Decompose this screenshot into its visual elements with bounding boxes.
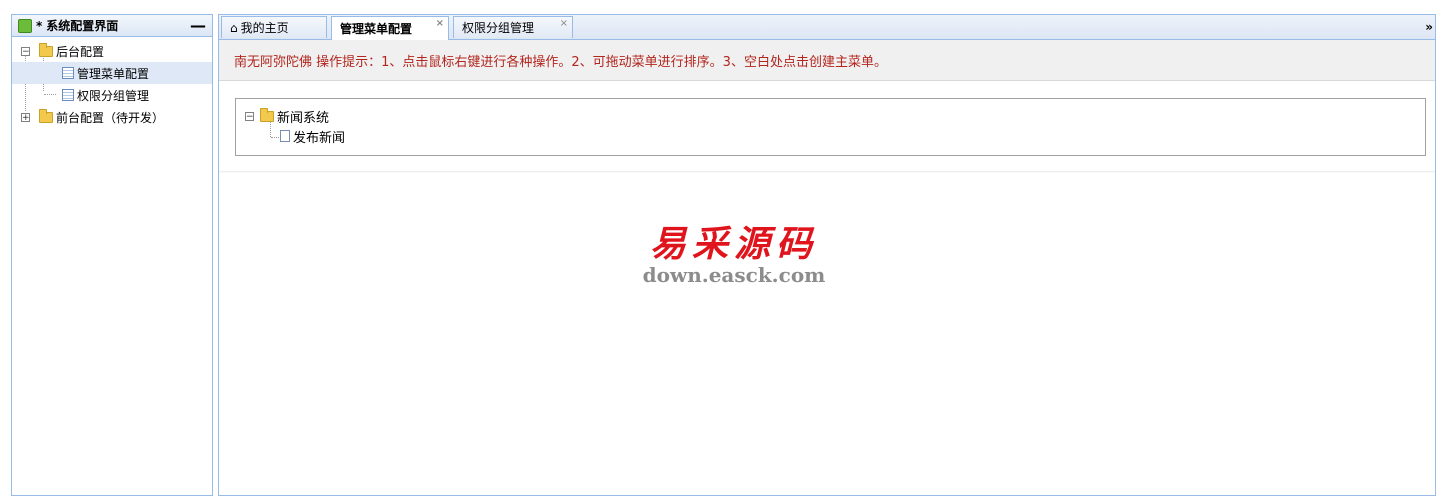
grid-page-icon — [62, 67, 74, 79]
asterisk-icon: * — [36, 18, 43, 33]
watermark-title: 易采源码 — [649, 223, 818, 265]
folder-icon — [39, 108, 53, 123]
left-nav-panel: * 系统配置界面 — − 后台配置 管理菜单配置 权限分组管理 + 前台配置（待… — [11, 14, 213, 496]
tree-node-label: 新闻系统 — [277, 110, 330, 126]
tab-label: 管理菜单配置 — [340, 22, 413, 36]
menu-node-publish-news[interactable]: 发布新闻 — [236, 126, 1425, 146]
collapse-toggle-icon[interactable]: − — [21, 46, 30, 56]
tab-label: 权限分组管理 — [462, 21, 535, 35]
watermark-url: down.easck.com — [642, 263, 826, 287]
collapse-toggle-icon[interactable]: − — [245, 111, 254, 121]
tree-node-label: 权限分组管理 — [77, 88, 150, 103]
document-icon — [280, 130, 290, 142]
menu-tree-box[interactable]: − 新闻系统 发布新闻 — [235, 98, 1426, 156]
tree-node-permission-groups[interactable]: 权限分组管理 — [12, 84, 212, 106]
tab-label: 我的主页 — [240, 21, 289, 35]
close-icon[interactable]: × — [436, 18, 444, 29]
expand-toggle-icon[interactable]: + — [21, 112, 30, 122]
tree-node-backend-config[interactable]: − 后台配置 — [12, 40, 212, 62]
tab-menu-config[interactable]: 管理菜单配置 × — [331, 16, 449, 40]
config-icon — [18, 18, 32, 33]
watermark: 易采源码 down.easck.com — [634, 215, 834, 287]
nav-tree: − 后台配置 管理菜单配置 权限分组管理 + 前台配置（待开发） — [12, 37, 212, 128]
tree-node-label: 前台配置（待开发） — [56, 110, 165, 125]
divider — [219, 171, 1435, 173]
collapse-button[interactable]: — — [190, 16, 206, 35]
home-icon: ⌂ — [230, 20, 238, 35]
tab-scroll-right-button[interactable]: » — [1425, 20, 1433, 34]
grid-page-icon — [62, 89, 74, 101]
close-icon[interactable]: × — [560, 18, 568, 29]
tab-strip: ⌂ 我的主页 管理菜单配置 × 权限分组管理 × » — [219, 15, 1435, 40]
left-panel-title: 系统配置界面 — [46, 19, 119, 33]
menu-node-news-system[interactable]: − 新闻系统 — [236, 106, 1425, 126]
folder-open-icon — [39, 42, 53, 57]
tree-node-frontend-config[interactable]: + 前台配置（待开发） — [12, 106, 212, 128]
tab-home[interactable]: ⌂ 我的主页 — [221, 16, 327, 38]
tree-node-label: 管理菜单配置 — [77, 66, 150, 81]
operation-hint: 南无阿弥陀佛 操作提示：1、点击鼠标右键进行各种操作。2、可拖动菜单进行排序。3… — [219, 40, 1435, 81]
tree-node-menu-config[interactable]: 管理菜单配置 — [12, 62, 212, 84]
menu-tree: − 新闻系统 发布新闻 — [236, 99, 1425, 146]
tree-node-label: 发布新闻 — [293, 130, 346, 146]
left-panel-header: * 系统配置界面 — — [12, 15, 212, 37]
tree-node-label: 后台配置 — [56, 44, 105, 59]
main-content-panel: ⌂ 我的主页 管理菜单配置 × 权限分组管理 × » 南无阿弥陀佛 操作提示：1… — [218, 14, 1436, 496]
tab-permission-groups[interactable]: 权限分组管理 × — [453, 16, 573, 38]
folder-open-icon — [260, 107, 274, 122]
